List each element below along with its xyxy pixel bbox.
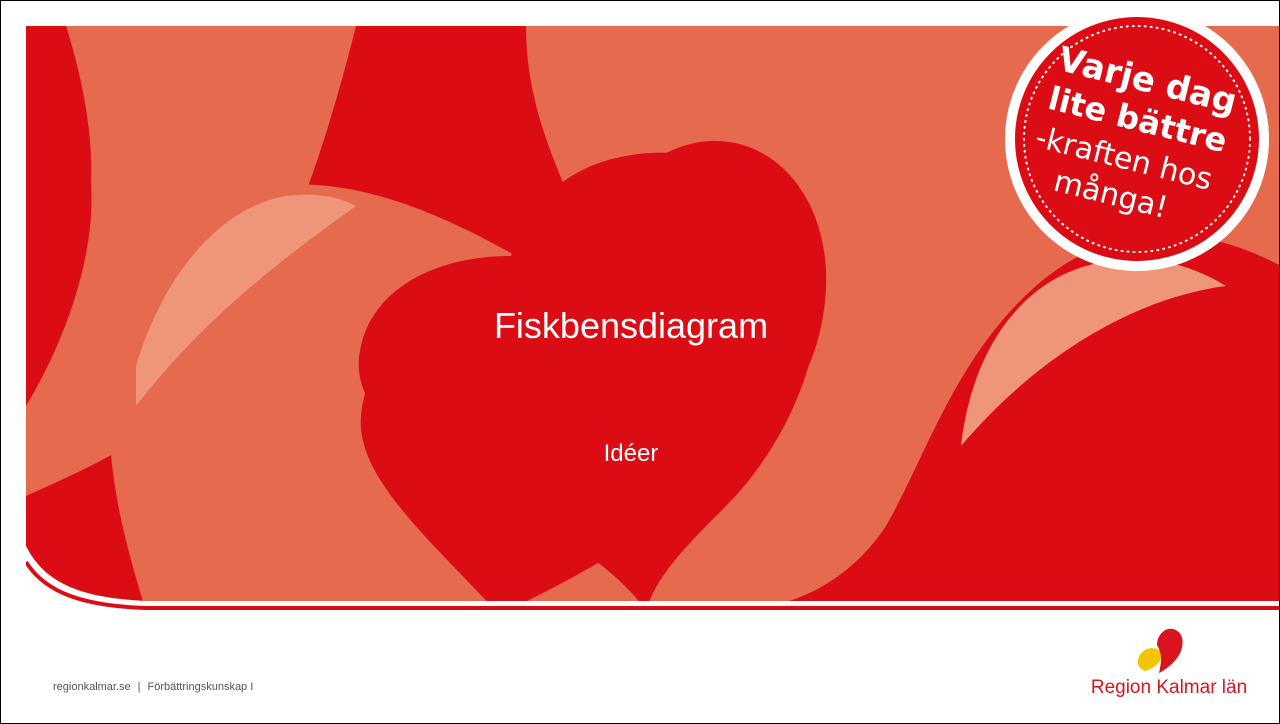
slide: Fiskbensdiagram Idéer Varje dag lite bät…: [0, 0, 1280, 724]
slide-title: Fiskbensdiagram: [493, 305, 769, 346]
logo-text: Region Kalmar län: [1090, 677, 1248, 698]
slide-subtitle: Idéer: [603, 440, 659, 467]
footer: regionkalmar.se | Förbättringskunskap I: [53, 681, 253, 693]
footer-site: regionkalmar.se: [53, 681, 131, 693]
footer-section: Förbättringskunskap I: [147, 681, 254, 693]
slogan-badge: Varje dag lite bättre -kraften hos många…: [1005, 7, 1269, 271]
footer-separator: |: [137, 681, 141, 693]
heart-logo-icon: [1137, 628, 1183, 673]
region-logo: Region Kalmar län: [1061, 625, 1271, 705]
